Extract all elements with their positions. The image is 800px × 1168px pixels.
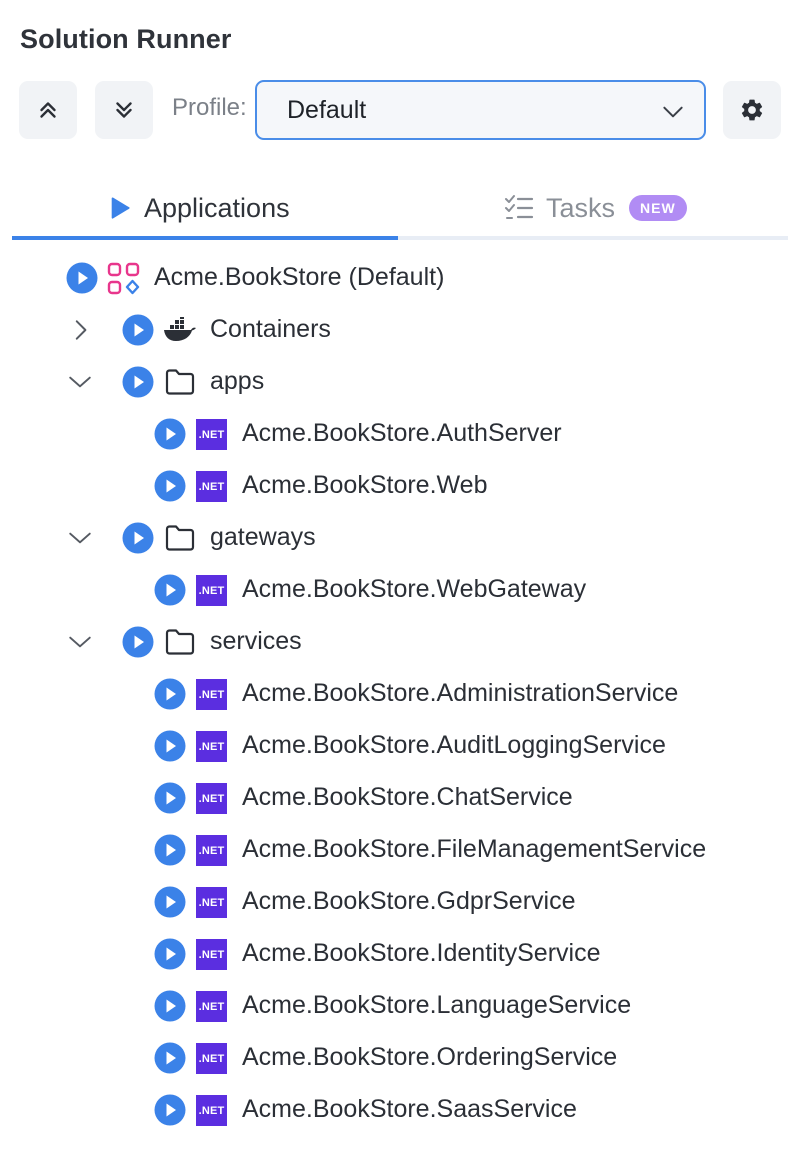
folder-icon	[165, 525, 195, 551]
collapse-all-button[interactable]	[19, 81, 77, 139]
chevrons-up-icon	[40, 102, 56, 118]
run-button[interactable]	[154, 834, 186, 866]
tree-item-label: Acme.BookStore.LanguageService	[242, 991, 632, 1019]
dotnet-icon: .NET	[196, 471, 227, 502]
tree-item-label: Acme.BookStore.AdministrationService	[242, 679, 679, 707]
chevrons-down-icon	[116, 102, 132, 118]
folder-icon	[165, 369, 195, 395]
dotnet-icon: .NET	[196, 731, 227, 762]
run-button[interactable]	[154, 782, 186, 814]
tree-item-label: Acme.BookStore.GdprService	[242, 887, 576, 915]
dotnet-icon: .NET	[196, 679, 227, 710]
dotnet-icon: .NET	[196, 1043, 227, 1074]
tree-item-label: Acme.BookStore.Web	[242, 471, 488, 499]
run-button[interactable]	[154, 938, 186, 970]
tree-item-project[interactable]: .NET Acme.BookStore.OrderingService	[0, 1032, 800, 1084]
tree-item-label: Acme.BookStore.AuthServer	[242, 419, 562, 447]
tree-item-label: Acme.BookStore (Default)	[154, 263, 445, 291]
chevron-down-icon[interactable]	[67, 369, 93, 395]
panel-title: Solution Runner	[20, 24, 232, 54]
tree-item-project[interactable]: .NET Acme.BookStore.AuditLoggingService	[0, 720, 800, 772]
checklist-icon	[505, 195, 534, 219]
chevron-right-icon[interactable]	[67, 317, 93, 343]
gear-icon	[741, 99, 763, 121]
dotnet-icon: .NET	[196, 939, 227, 970]
tree-item-services[interactable]: services	[0, 616, 800, 668]
tree-item-project[interactable]: .NET Acme.BookStore.LanguageService	[0, 980, 800, 1032]
tree-item-project[interactable]: .NET Acme.BookStore.IdentityService	[0, 928, 800, 980]
profile-select-value: Default	[287, 95, 367, 124]
tree-item-label: Acme.BookStore.AuditLoggingService	[242, 731, 666, 759]
chevron-down-icon[interactable]	[67, 525, 93, 551]
dotnet-icon: .NET	[196, 991, 227, 1022]
expand-all-button[interactable]	[95, 81, 153, 139]
tab-divider	[398, 236, 788, 240]
tree-item-project[interactable]: .NET Acme.BookStore.AuthServer	[0, 408, 800, 460]
profile-select[interactable]: Default	[255, 80, 706, 140]
chevron-down-icon	[663, 106, 683, 118]
tree-item-label: Acme.BookStore.IdentityService	[242, 939, 601, 967]
tree-item-project[interactable]: .NET Acme.BookStore.ChatService	[0, 772, 800, 824]
dotnet-icon: .NET	[196, 419, 227, 450]
run-button[interactable]	[154, 1042, 186, 1074]
dotnet-icon: .NET	[196, 783, 227, 814]
tree-item-gateways[interactable]: gateways	[0, 512, 800, 564]
tree-item-label: apps	[210, 367, 265, 395]
tree-item-apps[interactable]: apps	[0, 356, 800, 408]
dotnet-icon: .NET	[196, 1095, 227, 1126]
run-button[interactable]	[154, 886, 186, 918]
run-button[interactable]	[154, 574, 186, 606]
run-button[interactable]	[122, 522, 154, 554]
tree-item-label: Acme.BookStore.WebGateway	[242, 575, 587, 603]
tree-item-containers[interactable]: Containers	[0, 304, 800, 356]
play-icon	[111, 197, 130, 219]
active-tab-indicator	[12, 236, 398, 240]
tab-tasks[interactable]: Tasks NEW	[504, 176, 687, 240]
folder-icon	[165, 629, 195, 655]
settings-button[interactable]	[723, 81, 781, 139]
dotnet-icon: .NET	[196, 887, 227, 918]
chevron-down-icon[interactable]	[67, 629, 93, 655]
tree-item-project[interactable]: .NET Acme.BookStore.WebGateway	[0, 564, 800, 616]
run-button[interactable]	[154, 1094, 186, 1126]
run-button[interactable]	[122, 366, 154, 398]
solution-runner-panel: Solution Runner Profile: Default Applica…	[0, 0, 800, 1168]
tree-item-project[interactable]: .NET Acme.BookStore.Web	[0, 460, 800, 512]
tab-applications-label: Applications	[144, 192, 290, 223]
tree-item-label: gateways	[210, 523, 316, 551]
profile-label: Profile:	[172, 94, 247, 121]
dotnet-icon: .NET	[196, 575, 227, 606]
dotnet-icon: .NET	[196, 835, 227, 866]
tree-item-label: services	[210, 627, 302, 655]
run-button[interactable]	[122, 626, 154, 658]
tab-applications[interactable]: Applications	[106, 176, 290, 240]
tree-item-project[interactable]: .NET Acme.BookStore.AdministrationServic…	[0, 668, 800, 720]
new-badge: NEW	[629, 195, 687, 221]
tree-item-project[interactable]: .NET Acme.BookStore.SaasService	[0, 1084, 800, 1136]
docker-icon	[164, 317, 196, 341]
run-button[interactable]	[154, 730, 186, 762]
tree-item-label: Acme.BookStore.OrderingService	[242, 1043, 618, 1071]
run-button[interactable]	[154, 470, 186, 502]
tree-item-project[interactable]: .NET Acme.BookStore.FileManagementServic…	[0, 824, 800, 876]
solution-grid-icon	[107, 262, 140, 295]
run-button[interactable]	[154, 678, 186, 710]
tree-item-label: Containers	[210, 315, 331, 343]
tree-item-root[interactable]: Acme.BookStore (Default)	[0, 252, 800, 304]
tree-item-project[interactable]: .NET Acme.BookStore.GdprService	[0, 876, 800, 928]
tree-item-label: Acme.BookStore.ChatService	[242, 783, 573, 811]
tree-item-label: Acme.BookStore.FileManagementService	[242, 835, 707, 863]
run-button[interactable]	[154, 990, 186, 1022]
tab-tasks-label: Tasks	[546, 192, 616, 223]
run-button[interactable]	[122, 314, 154, 346]
tree-item-label: Acme.BookStore.SaasService	[242, 1095, 577, 1123]
run-button[interactable]	[66, 262, 98, 294]
run-button[interactable]	[154, 418, 186, 450]
